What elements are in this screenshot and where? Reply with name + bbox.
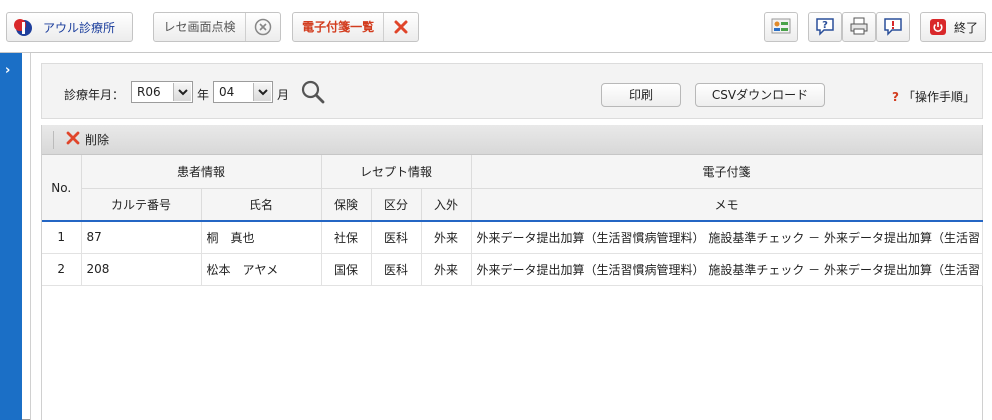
col-header-chart-no[interactable]: カルテ番号 xyxy=(81,188,202,222)
svg-text:?: ? xyxy=(822,20,828,31)
col-group-receipt: レセプト情報 xyxy=(321,155,472,189)
print-manual-icon xyxy=(849,16,869,39)
exit-button[interactable]: 終了 xyxy=(920,12,986,42)
cell-chart-no: 87 xyxy=(81,220,202,254)
print-button[interactable]: 印刷 xyxy=(601,83,681,107)
main-panel: 診療年月： R06 年 04 月 印刷 CSVダウンロード ? 「操作手順」 削… xyxy=(30,53,992,420)
cell-insurance: 社保 xyxy=(321,220,372,254)
delete-button[interactable]: 削除 xyxy=(66,131,109,148)
delete-label: 削除 xyxy=(85,133,110,147)
help-icon: ? xyxy=(815,16,835,39)
cell-in-out: 外来 xyxy=(421,253,472,286)
cell-name: 桐 真也 xyxy=(201,220,322,254)
cell-category: 医科 xyxy=(371,220,422,254)
fusen-grid: 削除 No. 患者情報 レセプト情報 電子付箋 カルテ番号 氏名 保険 区分 入… xyxy=(41,125,983,420)
month-value: 04 xyxy=(219,85,235,99)
month-select[interactable]: 04 xyxy=(213,81,273,103)
rece-check-tab[interactable]: レセ画面点検 xyxy=(153,12,281,42)
cell-category: 医科 xyxy=(371,253,422,286)
search-icon[interactable] xyxy=(300,79,326,105)
close-circle-icon[interactable] xyxy=(246,18,280,36)
fusen-table: No. 患者情報 レセプト情報 電子付箋 カルテ番号 氏名 保険 区分 入外 メ… xyxy=(42,155,983,286)
table-row[interactable]: 1 87 桐 真也 社保 医科 外来 外来データ提出加算（生活習慣病管理料） 施… xyxy=(42,220,983,254)
fusen-list-label: 電子付箋一覧 xyxy=(293,13,385,41)
operation-guide-link[interactable]: ? 「操作手順」 xyxy=(892,88,975,105)
staff-list-icon xyxy=(771,16,791,39)
cell-chart-no: 208 xyxy=(81,253,202,286)
chevron-down-icon xyxy=(173,83,191,101)
table-row[interactable]: 2 208 松本 アヤメ 国保 医科 外来 外来データ提出加算（生活習慣病管理料… xyxy=(42,253,983,286)
operation-guide-label: 「操作手順」 xyxy=(902,90,975,104)
year-unit: 年 xyxy=(197,88,210,102)
cell-memo: 外来データ提出加算（生活習慣病管理料） 施設基準チェック － 外来データ提出加算… xyxy=(471,220,983,254)
print-manual-button[interactable] xyxy=(842,12,876,42)
filter-bar: 診療年月： R06 年 04 月 印刷 CSVダウンロード ? 「操作手順」 xyxy=(41,63,983,119)
treatment-month-label: 診療年月： xyxy=(64,88,125,102)
divider xyxy=(53,130,54,149)
staff-list-button[interactable] xyxy=(764,12,798,42)
close-icon[interactable] xyxy=(384,19,418,35)
chevron-down-icon xyxy=(253,83,271,101)
cell-name: 松本 アヤメ xyxy=(201,253,322,286)
alert-icon xyxy=(883,16,903,39)
clinic-button[interactable]: アウル診療所 xyxy=(6,12,133,42)
csv-download-button[interactable]: CSVダウンロード xyxy=(695,83,825,107)
cell-insurance: 国保 xyxy=(321,253,372,286)
power-icon xyxy=(930,19,946,35)
col-header-in-out[interactable]: 入外 xyxy=(421,188,472,222)
col-header-category[interactable]: 区分 xyxy=(371,188,422,222)
delete-icon xyxy=(66,131,80,148)
clinic-logo-icon xyxy=(13,17,33,37)
col-header-insurance[interactable]: 保険 xyxy=(321,188,372,222)
col-group-patient: 患者情報 xyxy=(81,155,322,189)
sidebar-toggle[interactable]: › xyxy=(0,53,22,420)
chevron-right-icon: › xyxy=(5,63,11,78)
year-value: R06 xyxy=(137,85,161,99)
cell-no: 2 xyxy=(42,253,82,286)
month-unit: 月 xyxy=(277,88,290,102)
rece-check-label: レセ画面点検 xyxy=(154,13,246,41)
cell-in-out: 外来 xyxy=(421,220,472,254)
fusen-list-tab[interactable]: 電子付箋一覧 xyxy=(292,12,419,42)
help-button[interactable]: ? xyxy=(808,12,842,42)
exit-label: 終了 xyxy=(954,20,979,35)
year-select[interactable]: R06 xyxy=(131,81,193,103)
question-icon: ? xyxy=(892,90,899,104)
cell-no: 1 xyxy=(42,220,82,254)
col-group-fusen: 電子付箋 xyxy=(471,155,983,189)
grid-action-bar: 削除 xyxy=(42,125,982,155)
col-header-name[interactable]: 氏名 xyxy=(201,188,322,222)
top-toolbar: アウル診療所 レセ画面点検 電子付箋一覧 ? 終了 xyxy=(0,0,992,53)
cell-memo: 外来データ提出加算（生活習慣病管理料） 施設基準チェック － 外来データ提出加算… xyxy=(471,253,983,286)
clinic-name: アウル診療所 xyxy=(43,20,116,35)
alert-button[interactable] xyxy=(876,12,910,42)
col-header-no[interactable]: No. xyxy=(42,155,82,222)
col-header-memo[interactable]: メモ xyxy=(471,188,983,222)
